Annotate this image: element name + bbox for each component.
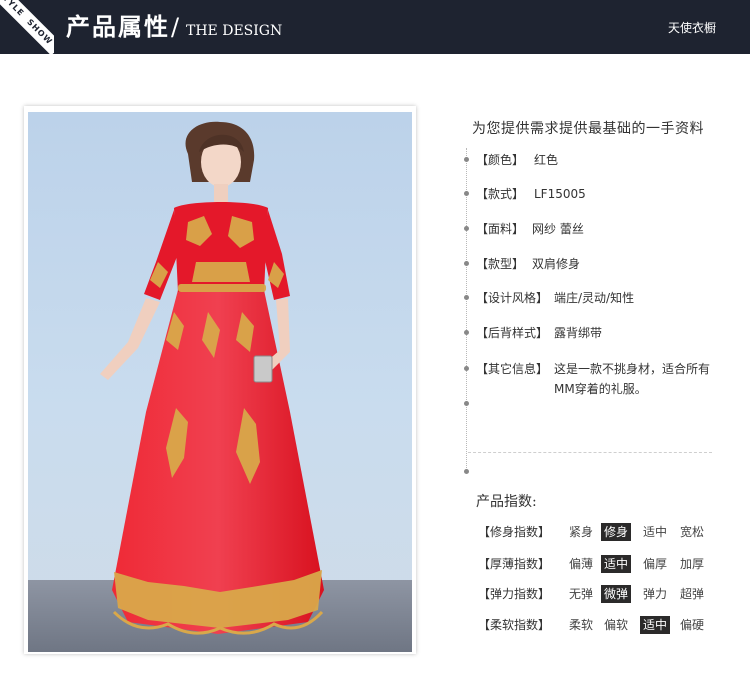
- index-option: 宽松: [680, 525, 705, 539]
- index-label: 【修身指数】: [478, 525, 551, 539]
- bullet-icon: [464, 226, 469, 231]
- index-option-selected: 微弹: [601, 585, 632, 603]
- index-label: 【柔软指数】: [478, 618, 551, 632]
- title-slash: /: [171, 13, 180, 41]
- index-option-selected: 适中: [601, 555, 632, 573]
- index-option: 适中: [643, 525, 668, 539]
- index-option-selected: 适中: [640, 616, 671, 634]
- index-label: 【厚薄指数】: [478, 557, 551, 571]
- attribute-timeline: [466, 148, 468, 470]
- dress-illustration: [28, 121, 412, 652]
- corner-tag-word-1: STYLE: [0, 0, 26, 19]
- section-title-english: THE DESIGN: [186, 23, 283, 39]
- index-option: 紧身: [569, 525, 594, 539]
- attribute-label: 【其它信息】: [476, 362, 549, 376]
- header-banner: STYLESHOW 产品属性 / THE DESIGN 天使衣橱: [0, 0, 750, 54]
- info-heading: 为您提供需求提供最基础的一手资料: [472, 121, 704, 137]
- index-title: 产品指数:: [476, 494, 537, 510]
- bullet-icon: [464, 191, 469, 196]
- attribute-value: 红色: [534, 153, 559, 167]
- attribute-value: 端庄/灵动/知性: [554, 291, 635, 305]
- section-divider: [468, 452, 712, 453]
- index-option: 柔软: [569, 618, 594, 632]
- bullet-icon: [464, 401, 469, 406]
- product-photo: [28, 112, 412, 652]
- bullet-icon: [464, 366, 469, 371]
- attribute-label: 【颜色】: [476, 153, 525, 167]
- attribute-value: 露背绑带: [554, 326, 603, 340]
- attribute-label: 【款型】: [476, 257, 525, 271]
- attribute-value: 这是一款不挑身材，适合所有MM穿着的礼服。: [554, 362, 711, 396]
- timeline-end-dot: [464, 469, 469, 474]
- brand-name: 天使衣橱: [667, 21, 716, 35]
- attribute-value: 双肩修身: [532, 257, 581, 271]
- index-option: 加厚: [680, 557, 705, 571]
- bullet-icon: [464, 261, 469, 266]
- attribute-label: 【设计风格】: [476, 291, 549, 305]
- style-show-corner-tag: STYLESHOW: [0, 0, 54, 54]
- bullet-icon: [464, 295, 469, 300]
- bullet-icon: [464, 330, 469, 335]
- index-option-selected: 修身: [601, 523, 632, 541]
- index-option: 偏薄: [569, 557, 594, 571]
- index-option: 无弹: [569, 587, 594, 601]
- index-option: 偏软: [604, 618, 629, 632]
- section-title: 产品属性: [66, 13, 170, 41]
- index-option: 偏硬: [680, 618, 705, 632]
- attribute-value: 网纱 蕾丝: [532, 222, 584, 236]
- attribute-label: 【后背样式】: [476, 326, 549, 340]
- bullet-icon: [464, 157, 469, 162]
- attribute-label: 【款式】: [476, 187, 525, 201]
- index-option: 超弹: [680, 587, 705, 601]
- attribute-value: LF15005: [534, 187, 586, 201]
- corner-tag-word-2: SHOW: [25, 17, 54, 47]
- product-photo-frame: [24, 106, 416, 654]
- index-option: 偏厚: [643, 557, 668, 571]
- index-option: 弹力: [643, 587, 668, 601]
- attribute-label: 【面料】: [476, 222, 525, 236]
- index-label: 【弹力指数】: [478, 587, 551, 601]
